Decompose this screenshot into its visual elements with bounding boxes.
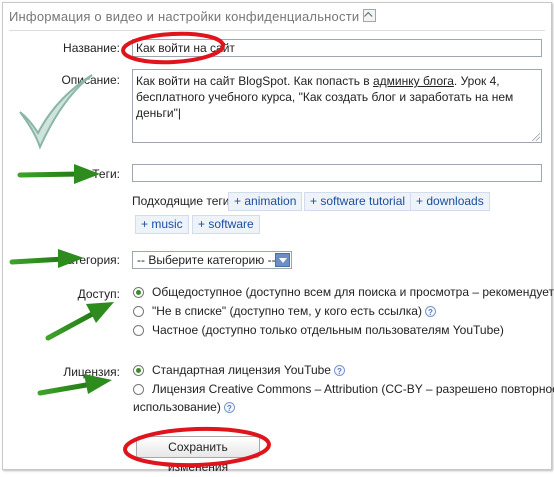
tag-chip-software[interactable]: + software [192, 215, 260, 234]
header-divider [9, 30, 545, 31]
title-input[interactable]: Как войти на сайт [132, 39, 542, 57]
section-title: Информация о видео и настройки конфиденц… [9, 9, 360, 24]
access-radio-public[interactable] [133, 287, 144, 298]
collapse-icon[interactable] [363, 9, 377, 22]
category-selected: -- Выберите категорию -- [137, 253, 276, 267]
tag-chip-animation[interactable]: + animation [228, 192, 303, 211]
license-option-cc-line2: использование) [133, 400, 221, 414]
category-label: Категория: [60, 253, 120, 267]
access-option-public: Общедоступное (доступно всем для поиска … [152, 285, 554, 299]
title-label: Название: [63, 41, 120, 55]
license-label: Лицензия: [63, 365, 120, 379]
access-option-unlisted: "Не в списке" (доступно тем, у кого есть… [152, 304, 422, 318]
tags-input[interactable] [132, 164, 542, 182]
tag-chip-downloads[interactable]: + downloads [410, 192, 490, 211]
access-option-unlisted-wrap: "Не в списке" (доступно тем, у кого есть… [152, 304, 436, 318]
description-text-1: Как войти на сайт BlogSpot. Как попасть … [136, 74, 373, 88]
license-option-standard: Стандартная лицензия YouTube [152, 363, 331, 377]
license-option-standard-wrap: Стандартная лицензия YouTube? [152, 363, 345, 377]
access-option-private: Частное (доступно только отдельным польз… [152, 323, 504, 337]
description-link: админку блога [373, 74, 454, 88]
license-radio-standard[interactable] [133, 365, 144, 376]
license-option-cc-line2-wrap: использование)? [133, 400, 235, 414]
suggested-tags-label: Подходящие теги [132, 194, 230, 208]
chevron-down-icon[interactable] [275, 253, 290, 267]
tag-chip-music[interactable]: + music [135, 215, 189, 234]
resize-grip-icon[interactable] [532, 133, 540, 141]
save-button[interactable]: Сохранить изменения [136, 436, 260, 474]
tags-label: Теги: [92, 167, 120, 181]
license-radio-cc[interactable] [133, 384, 144, 395]
license-option-cc-line1: Лицензия Creative Commons – Attribution … [152, 382, 554, 396]
access-label: Доступ: [77, 287, 120, 301]
access-radio-private[interactable] [133, 325, 144, 336]
description-textarea[interactable]: Как войти на сайт BlogSpot. Как попасть … [132, 69, 542, 143]
help-icon[interactable]: ? [223, 402, 235, 413]
help-icon[interactable]: ? [424, 306, 436, 317]
tag-chip-software-tutorial[interactable]: + software tutorial [304, 192, 412, 211]
access-radio-unlisted[interactable] [133, 306, 144, 317]
description-label: Описание: [61, 73, 120, 87]
category-select[interactable]: -- Выберите категорию -- [132, 251, 292, 269]
help-icon[interactable]: ? [333, 365, 345, 376]
section-header: Информация о видео и настройки конфиденц… [9, 9, 377, 24]
